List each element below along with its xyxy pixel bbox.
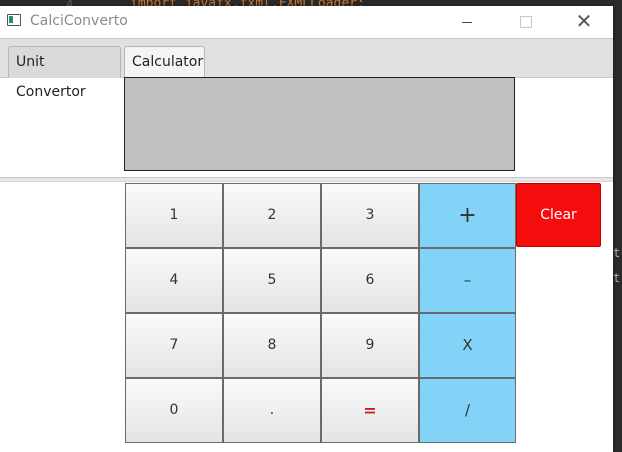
key-4[interactable]: 4 bbox=[125, 248, 223, 313]
key-2[interactable]: 2 bbox=[223, 183, 321, 248]
key-5[interactable]: 5 bbox=[223, 248, 321, 313]
tab-bar: Unit Convertor Calculator bbox=[0, 38, 613, 100]
key-equals[interactable]: = bbox=[321, 378, 419, 443]
editor-fragment: t bbox=[613, 271, 621, 285]
key-dot[interactable]: . bbox=[223, 378, 321, 443]
calculator-display bbox=[124, 77, 515, 171]
app-window: CalciConverto ✕ Unit Convertor Calculato… bbox=[0, 6, 613, 452]
key-multiply[interactable]: X bbox=[419, 313, 516, 378]
key-8[interactable]: 8 bbox=[223, 313, 321, 378]
key-9[interactable]: 9 bbox=[321, 313, 419, 378]
key-plus[interactable]: + bbox=[419, 183, 516, 248]
app-icon bbox=[7, 14, 21, 26]
tab-calculator[interactable]: Calculator bbox=[124, 46, 205, 79]
key-3[interactable]: 3 bbox=[321, 183, 419, 248]
key-1[interactable]: 1 bbox=[125, 183, 223, 248]
window-title: CalciConverto bbox=[30, 13, 128, 29]
close-button[interactable]: ✕ bbox=[561, 6, 607, 38]
key-divide[interactable]: / bbox=[419, 378, 516, 443]
split-divider[interactable] bbox=[0, 177, 613, 182]
clear-button[interactable]: Clear bbox=[516, 183, 601, 247]
key-7[interactable]: 7 bbox=[125, 313, 223, 378]
key-0[interactable]: 0 bbox=[125, 378, 223, 443]
key-minus[interactable]: – bbox=[419, 248, 516, 313]
tab-unit-convertor[interactable]: Unit Convertor bbox=[8, 46, 121, 100]
title-bar[interactable]: CalciConverto ✕ bbox=[0, 6, 613, 38]
minimize-button[interactable] bbox=[443, 6, 489, 38]
editor-fragment: t bbox=[613, 246, 621, 260]
key-6[interactable]: 6 bbox=[321, 248, 419, 313]
maximize-button[interactable] bbox=[503, 6, 549, 38]
